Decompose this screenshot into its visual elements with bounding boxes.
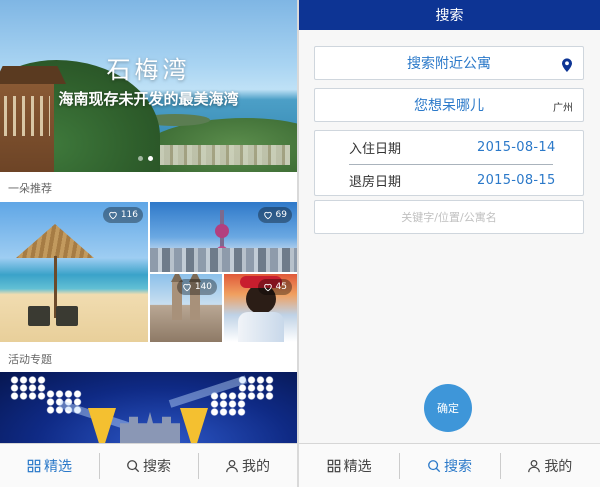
nav-label: 我的 <box>242 458 270 475</box>
user-icon <box>226 459 238 472</box>
gold-ribbon <box>180 408 208 444</box>
confirm-button[interactable]: 确定 <box>424 384 472 432</box>
beach-chair <box>28 306 50 326</box>
checkout-label: 退房日期 <box>349 175 402 190</box>
search-icon <box>127 459 140 472</box>
castle-graphic <box>120 412 180 444</box>
recommend-tile-girl[interactable]: 45 <box>224 274 297 342</box>
heart-icon <box>263 211 272 220</box>
nav-label: 精选 <box>44 458 72 475</box>
recommend-tile-beach[interactable]: 116 <box>0 202 148 342</box>
search-screen: 搜索 搜索附近公寓 您想呆哪儿 广州 入住日期 2015-08-14 退房日期 … <box>299 0 600 487</box>
destination-label: 您想呆哪儿 <box>414 98 484 114</box>
location-pin-icon <box>562 58 572 72</box>
like-count: 116 <box>120 210 138 220</box>
destination-selector[interactable]: 您想呆哪儿 广州 <box>314 88 584 122</box>
keyword-input[interactable] <box>314 200 584 234</box>
checkout-date[interactable]: 2015-08-15 <box>477 173 556 188</box>
banner-title: 石梅湾 <box>106 56 191 84</box>
nav-label: 我的 <box>544 458 573 475</box>
banner-town <box>150 145 290 165</box>
page-title: 搜索 <box>435 8 464 24</box>
umbrella-graphic <box>16 224 94 258</box>
heart-icon <box>263 283 272 292</box>
like-badge[interactable]: 45 <box>257 279 292 295</box>
nav-item-featured[interactable]: 精选 <box>299 444 399 487</box>
heart-icon <box>109 211 117 220</box>
nav-label: 精选 <box>343 458 372 475</box>
bottom-nav: 精选 搜索 我的 <box>299 443 600 487</box>
like-badge[interactable]: 69 <box>257 207 292 223</box>
skyline-graphic <box>150 248 297 272</box>
nav-item-search[interactable]: 搜索 <box>99 444 198 487</box>
gold-ribbon <box>88 408 116 444</box>
grid-icon <box>327 459 340 472</box>
like-count: 69 <box>275 210 287 220</box>
search-icon <box>428 459 441 472</box>
beach-chair <box>56 306 78 326</box>
date-panel: 入住日期 2015-08-14 退房日期 2015-08-15 <box>314 130 584 196</box>
bottom-nav: 精选 搜索 我的 <box>0 443 297 487</box>
girl-body <box>238 312 284 342</box>
stage-light <box>10 376 46 400</box>
nav-item-featured[interactable]: 精选 <box>0 444 99 487</box>
city-label: 广州 <box>553 103 573 114</box>
nav-item-mine[interactable]: 我的 <box>499 444 600 487</box>
checkin-date[interactable]: 2015-08-14 <box>477 140 556 155</box>
stage-light <box>210 392 246 416</box>
grid-icon <box>27 459 41 472</box>
recommend-tile-city[interactable]: 69 <box>150 202 297 272</box>
search-nearby-label: 搜索附近公寓 <box>407 56 491 72</box>
recommend-tile-church[interactable]: 140 <box>150 274 222 342</box>
like-count: 140 <box>194 282 212 292</box>
checkin-row[interactable]: 入住日期 2015-08-14 <box>315 131 585 164</box>
carousel-indicator <box>138 156 153 161</box>
carousel-dot-active[interactable] <box>148 156 153 161</box>
nav-item-mine[interactable]: 我的 <box>198 444 297 487</box>
user-icon <box>528 459 541 472</box>
carousel-dot[interactable] <box>138 156 143 161</box>
like-count: 45 <box>275 282 287 292</box>
featured-screen: 石梅湾 海南现存未开发的最美海湾 一朵推荐 116 69 140 45 活动专题… <box>0 0 297 487</box>
event-banner[interactable] <box>0 372 297 444</box>
nav-item-search[interactable]: 搜索 <box>399 444 499 487</box>
like-badge[interactable]: 140 <box>176 279 217 295</box>
checkout-row[interactable]: 退房日期 2015-08-15 <box>315 164 585 197</box>
heart-icon <box>183 283 191 292</box>
like-badge[interactable]: 116 <box>102 207 143 223</box>
search-nearby-button[interactable]: 搜索附近公寓 <box>314 46 584 80</box>
event-section-label: 活动专题 <box>8 353 52 366</box>
nav-label: 搜索 <box>443 458 472 475</box>
banner-carousel[interactable]: 石梅湾 海南现存未开发的最美海湾 <box>0 0 297 172</box>
nav-label: 搜索 <box>143 458 171 475</box>
checkin-label: 入住日期 <box>349 142 402 157</box>
banner-subtitle: 海南现存未开发的最美海湾 <box>58 90 239 108</box>
search-topbar: 搜索 <box>299 0 600 30</box>
recommend-section-label: 一朵推荐 <box>8 182 52 195</box>
